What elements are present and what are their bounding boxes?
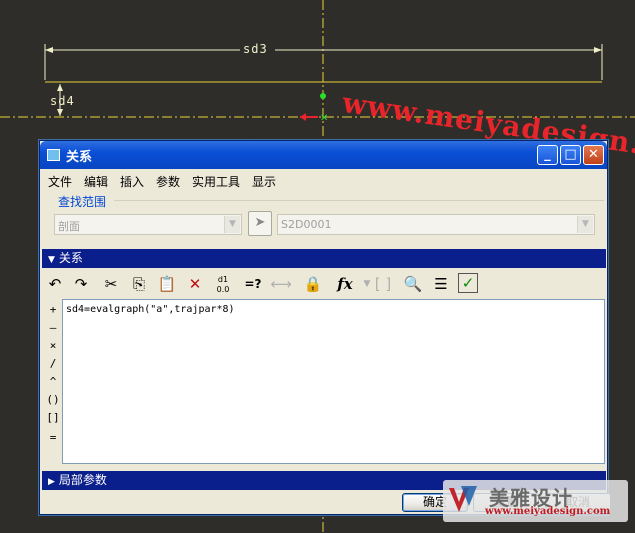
brand-url: www.meiyadesign.com — [485, 506, 611, 517]
multiply-operator[interactable]: × — [46, 339, 60, 352]
undo-icon[interactable]: ↶ — [44, 273, 66, 295]
check-icon[interactable]: ✓ — [458, 273, 478, 293]
dimension-sd3[interactable]: sd3 — [243, 42, 268, 56]
find-type-select: 剖面 ▼ — [54, 214, 242, 235]
cursor-arrow-icon: ➤ — [254, 215, 266, 230]
relations-editor[interactable]: sd4=evalgraph("a",trajpar*8) — [62, 299, 605, 464]
brand-mark-icon — [449, 486, 477, 512]
minimize-button[interactable]: _ — [537, 145, 558, 165]
relation-expression[interactable]: sd4=evalgraph("a",trajpar*8) — [66, 304, 235, 315]
bracket-icon: [ ] — [374, 275, 392, 293]
title-bar[interactable]: 关系 _ □ ✕ — [40, 141, 607, 169]
paste-icon[interactable]: 📋 — [156, 273, 178, 295]
find-item-select: S2D0001 ▼ — [277, 214, 595, 235]
relations-dialog: 关系 _ □ ✕ 文件 编辑 插入 参数 实用工具 显示 查找范围 剖面 ▼ ➤… — [39, 140, 611, 515]
expanded-triangle-icon: ▼ — [48, 255, 55, 265]
svg-text:✕: ✕ — [320, 113, 328, 124]
menu-utilities[interactable]: 实用工具 — [192, 173, 240, 190]
chevron-down-icon: ▼ — [224, 216, 240, 233]
collapsed-triangle-icon: ▶ — [48, 477, 55, 487]
relations-section-label: 关系 — [58, 251, 83, 265]
evaluate-icon[interactable]: 🔍 — [402, 273, 424, 295]
find-range-label: 查找范围 — [58, 195, 107, 209]
menu-insert[interactable]: 插入 — [120, 173, 144, 190]
divide-operator[interactable]: / — [46, 357, 60, 370]
sort-icon[interactable]: ☰ — [430, 273, 452, 295]
menu-display[interactable]: 显示 — [252, 173, 276, 190]
menu-edit[interactable]: 编辑 — [84, 173, 108, 190]
dimension-sd4[interactable]: sd4 — [50, 94, 75, 108]
dimension-icon: ⟷ — [270, 275, 292, 293]
redo-icon[interactable]: ↷ — [70, 273, 92, 295]
units-icon[interactable]: d1 0.0 — [212, 273, 234, 295]
function-icon[interactable]: fx — [334, 273, 356, 295]
equals-operator[interactable]: = — [46, 431, 60, 444]
minus-operator[interactable]: – — [46, 321, 60, 334]
cut-icon[interactable]: ✂ — [100, 273, 122, 295]
find-type-value: 剖面 — [58, 220, 80, 233]
menu-parameters[interactable]: 参数 — [156, 173, 180, 190]
plus-operator[interactable]: + — [46, 303, 60, 316]
relations-toolbar: ↶ ↷ ✂ ⎘ 📋 ✕ d1 0.0 =? ⟷ 🔒 fx ▼ [ ] 🔍 ☰ ✓ — [44, 271, 604, 297]
chevron-down-icon: ▼ — [577, 216, 593, 233]
close-button[interactable]: ✕ — [583, 145, 604, 165]
lock-param-icon[interactable]: 🔒 — [302, 273, 324, 295]
menu-bar: 文件 编辑 插入 参数 实用工具 显示 — [42, 171, 605, 191]
find-item-value: S2D0001 — [281, 218, 332, 231]
local-params-section-label: 局部参数 — [58, 473, 107, 487]
brackets-operator[interactable]: [] — [46, 411, 60, 424]
verify-icon[interactable]: =? — [242, 273, 264, 295]
select-pointer-button[interactable]: ➤ — [248, 211, 272, 236]
copy-icon[interactable]: ⎘ — [128, 273, 150, 295]
delete-icon[interactable]: ✕ — [184, 273, 206, 295]
maximize-button[interactable]: □ — [560, 145, 581, 165]
brand-logo: 美雅设计 www.meiyadesign.com — [443, 480, 628, 522]
group-divider — [114, 200, 604, 201]
dialog-title: 关系 — [66, 150, 93, 165]
parentheses-operator[interactable]: () — [46, 393, 60, 406]
power-operator[interactable]: ^ — [46, 375, 60, 388]
menu-file[interactable]: 文件 — [48, 173, 72, 190]
window-icon — [47, 149, 60, 161]
relations-section-header[interactable]: ▼ 关系 — [42, 249, 606, 268]
